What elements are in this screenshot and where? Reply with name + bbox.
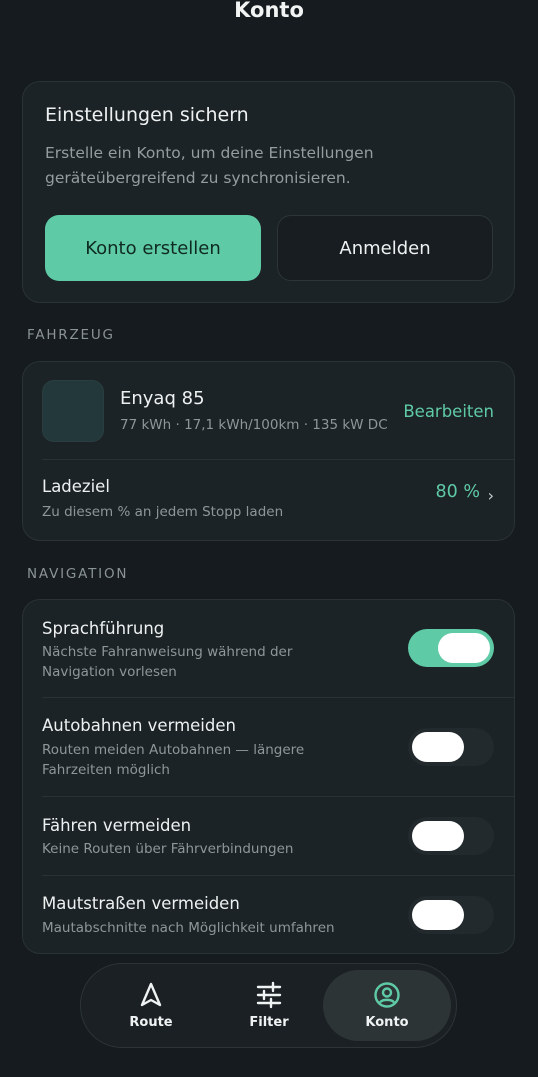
vehicle-card: Enyaq 85 77 kWh · 17,1 kWh/100km · 135 k… bbox=[22, 361, 515, 541]
setting-description: Mautabschnitte nach Möglichkeit umfahren bbox=[42, 920, 335, 936]
voice-guidance-toggle[interactable] bbox=[408, 629, 494, 667]
vehicle-section-label: FAHRZEUG bbox=[27, 327, 115, 343]
avoid-tolls-toggle[interactable] bbox=[408, 896, 494, 934]
edit-vehicle-button[interactable]: Bearbeiten bbox=[403, 402, 494, 421]
account-card-description: Erstelle ein Konto, um deine Einstellung… bbox=[45, 144, 374, 187]
charge-target-value: 80 % bbox=[435, 482, 480, 502]
toggle-knob bbox=[412, 821, 464, 851]
vehicle-name: Enyaq 85 bbox=[120, 388, 205, 409]
avoid-ferries-toggle[interactable] bbox=[408, 817, 494, 855]
tab-konto[interactable]: Konto bbox=[323, 970, 451, 1041]
setting-title: Sprachführung bbox=[42, 619, 165, 638]
tab-filter[interactable]: Filter bbox=[205, 970, 333, 1041]
navigation-arrow-icon bbox=[140, 982, 162, 1007]
sliders-icon bbox=[256, 981, 282, 1009]
setting-title: Mautstraßen vermeiden bbox=[42, 894, 240, 913]
account-card-title: Einstellungen sichern bbox=[45, 104, 249, 126]
charge-target-title: Ladeziel bbox=[42, 477, 110, 496]
account-screen: Konto Einstellungen sichern Erstelle ein… bbox=[0, 0, 538, 1077]
toggle-knob bbox=[438, 633, 490, 663]
user-circle-icon bbox=[374, 982, 400, 1008]
toggle-knob bbox=[412, 732, 464, 762]
avoid-highways-toggle[interactable] bbox=[408, 728, 494, 766]
toggle-knob bbox=[412, 900, 464, 930]
setting-description: Routen meiden Autobahnen — längere Fahrz… bbox=[42, 742, 305, 778]
setting-title: Autobahnen vermeiden bbox=[42, 716, 236, 735]
chevron-right-icon: › bbox=[487, 486, 494, 505]
setting-title: Fähren vermeiden bbox=[42, 816, 192, 835]
navigation-settings-card: Sprachführung Nächste Fahranweisung währ… bbox=[22, 599, 515, 954]
login-button[interactable]: Anmelden bbox=[277, 215, 493, 281]
account-sync-card: Einstellungen sichern Erstelle ein Konto… bbox=[22, 81, 515, 303]
vehicle-avatar bbox=[42, 380, 104, 442]
divider bbox=[42, 459, 514, 460]
divider bbox=[42, 697, 514, 698]
tab-label: Konto bbox=[365, 1015, 409, 1030]
tab-label: Filter bbox=[249, 1015, 289, 1030]
bottom-tab-bar: Route Filter Konto bbox=[80, 963, 457, 1048]
page-title: Konto bbox=[234, 0, 304, 22]
tab-route[interactable]: Route bbox=[87, 970, 215, 1041]
navigation-section-label: NAVIGATION bbox=[27, 566, 129, 582]
setting-description: Keine Routen über Fährverbindungen bbox=[42, 841, 294, 857]
charge-target-description: Zu diesem % an jedem Stopp laden bbox=[42, 504, 284, 520]
tab-label: Route bbox=[129, 1015, 173, 1030]
divider bbox=[42, 875, 514, 876]
setting-description: Nächste Fahranweisung während der Naviga… bbox=[42, 644, 293, 680]
vehicle-specs: 77 kWh · 17,1 kWh/100km · 135 kW DC bbox=[120, 417, 388, 433]
divider bbox=[42, 796, 514, 797]
create-account-button[interactable]: Konto erstellen bbox=[45, 215, 261, 281]
